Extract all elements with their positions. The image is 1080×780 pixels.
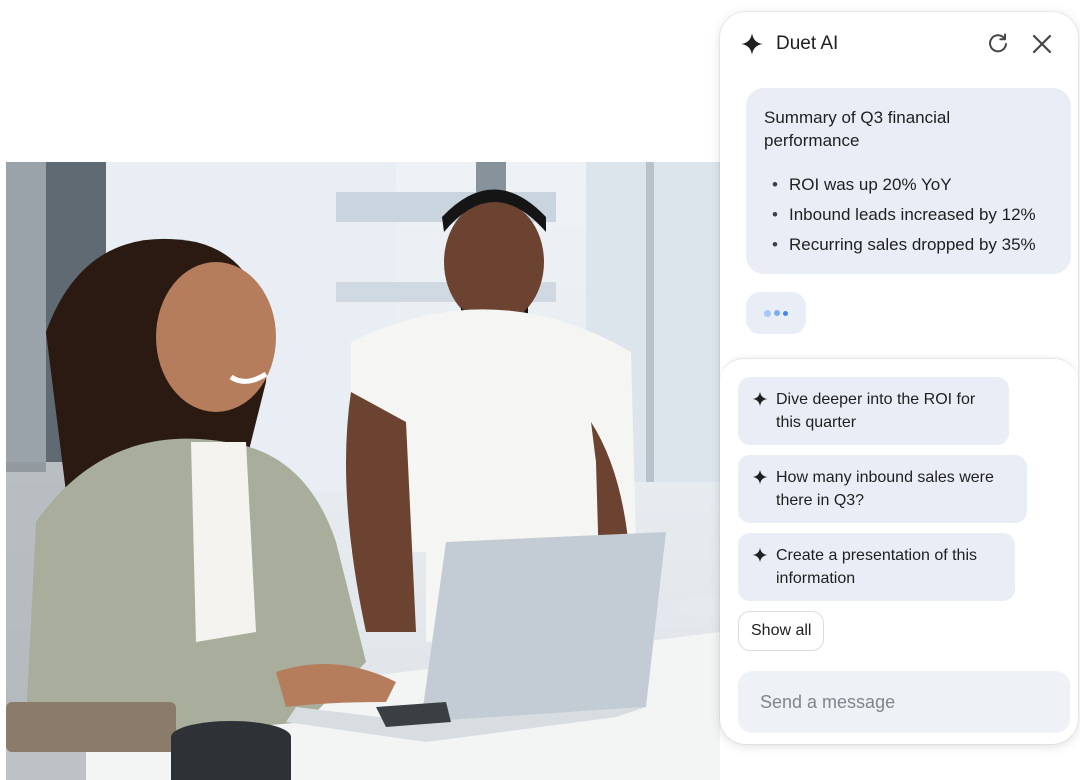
- summary-bullet: • Recurring sales dropped by 35%: [772, 235, 1036, 254]
- refresh-button[interactable]: [980, 26, 1016, 62]
- window-mullion-2: [646, 162, 654, 482]
- panel-title: Duet AI: [776, 33, 839, 54]
- summary-bullet-text: Recurring sales dropped by 35%: [789, 235, 1036, 254]
- woman-top: [191, 442, 256, 642]
- panel-header: Duet AI: [720, 12, 1078, 76]
- notebook: [6, 702, 176, 752]
- summary-title: Summary of Q3 financial performance: [764, 108, 951, 150]
- woman-face: [156, 262, 276, 412]
- hero-photo: [6, 162, 720, 780]
- summary-bullet: • Inbound leads increased by 12%: [772, 205, 1036, 224]
- suggestion-chip-inbound-sales[interactable]: How many inbound sales were there in Q3?: [738, 455, 1027, 523]
- suggestion-chip-roi[interactable]: Dive deeper into the ROI for this quarte…: [738, 377, 1009, 445]
- sparkle-icon: [740, 32, 764, 56]
- sparkle-icon: [752, 469, 768, 485]
- suggestion-chip-label: Dive deeper into the ROI for this quarte…: [776, 391, 976, 431]
- suggestion-chip-label: How many inbound sales were there in Q3?: [776, 469, 994, 509]
- close-button[interactable]: [1024, 26, 1060, 62]
- sparkle-icon: [752, 391, 768, 407]
- summary-bullet-list: • ROI was up 20% YoY • Inbound leads incre…: [764, 170, 1053, 260]
- suggestions-area: Dive deeper into the ROI for this quarte…: [720, 358, 1078, 744]
- summary-card: Summary of Q3 financial performance • ROI…: [746, 88, 1071, 274]
- woman-hand: [276, 664, 396, 707]
- typing-dot: [783, 310, 788, 316]
- show-all-button[interactable]: Show all: [738, 611, 825, 651]
- saucer: [678, 597, 720, 617]
- typing-dot: [764, 309, 771, 317]
- suggestion-chip-label: Create a presentation of this informatio…: [776, 547, 978, 587]
- message-input[interactable]: [738, 671, 1070, 733]
- sparkle-icon: [752, 547, 768, 563]
- suggestion-chip-presentation[interactable]: Create a presentation of this informatio…: [738, 533, 1015, 601]
- refresh-icon: [989, 33, 1007, 53]
- typing-indicator: [746, 292, 806, 334]
- laptop-lid: [421, 532, 666, 722]
- coffee-cup-body: [171, 737, 291, 780]
- window-frame-left: [6, 162, 46, 472]
- man-arm-left: [346, 392, 416, 632]
- duet-ai-panel: Duet AI Summary of Q3 financial performa…: [720, 12, 1078, 744]
- summary-bullet: • ROI was up 20% YoY: [772, 175, 952, 194]
- man-head: [444, 200, 544, 324]
- office-scene-illustration: [6, 162, 720, 780]
- close-icon: [1032, 34, 1052, 54]
- summary-bullet-text: Inbound leads increased by 12%: [789, 205, 1036, 224]
- summary-bullet-text: ROI was up 20% YoY: [789, 175, 952, 194]
- typing-dot: [774, 310, 780, 316]
